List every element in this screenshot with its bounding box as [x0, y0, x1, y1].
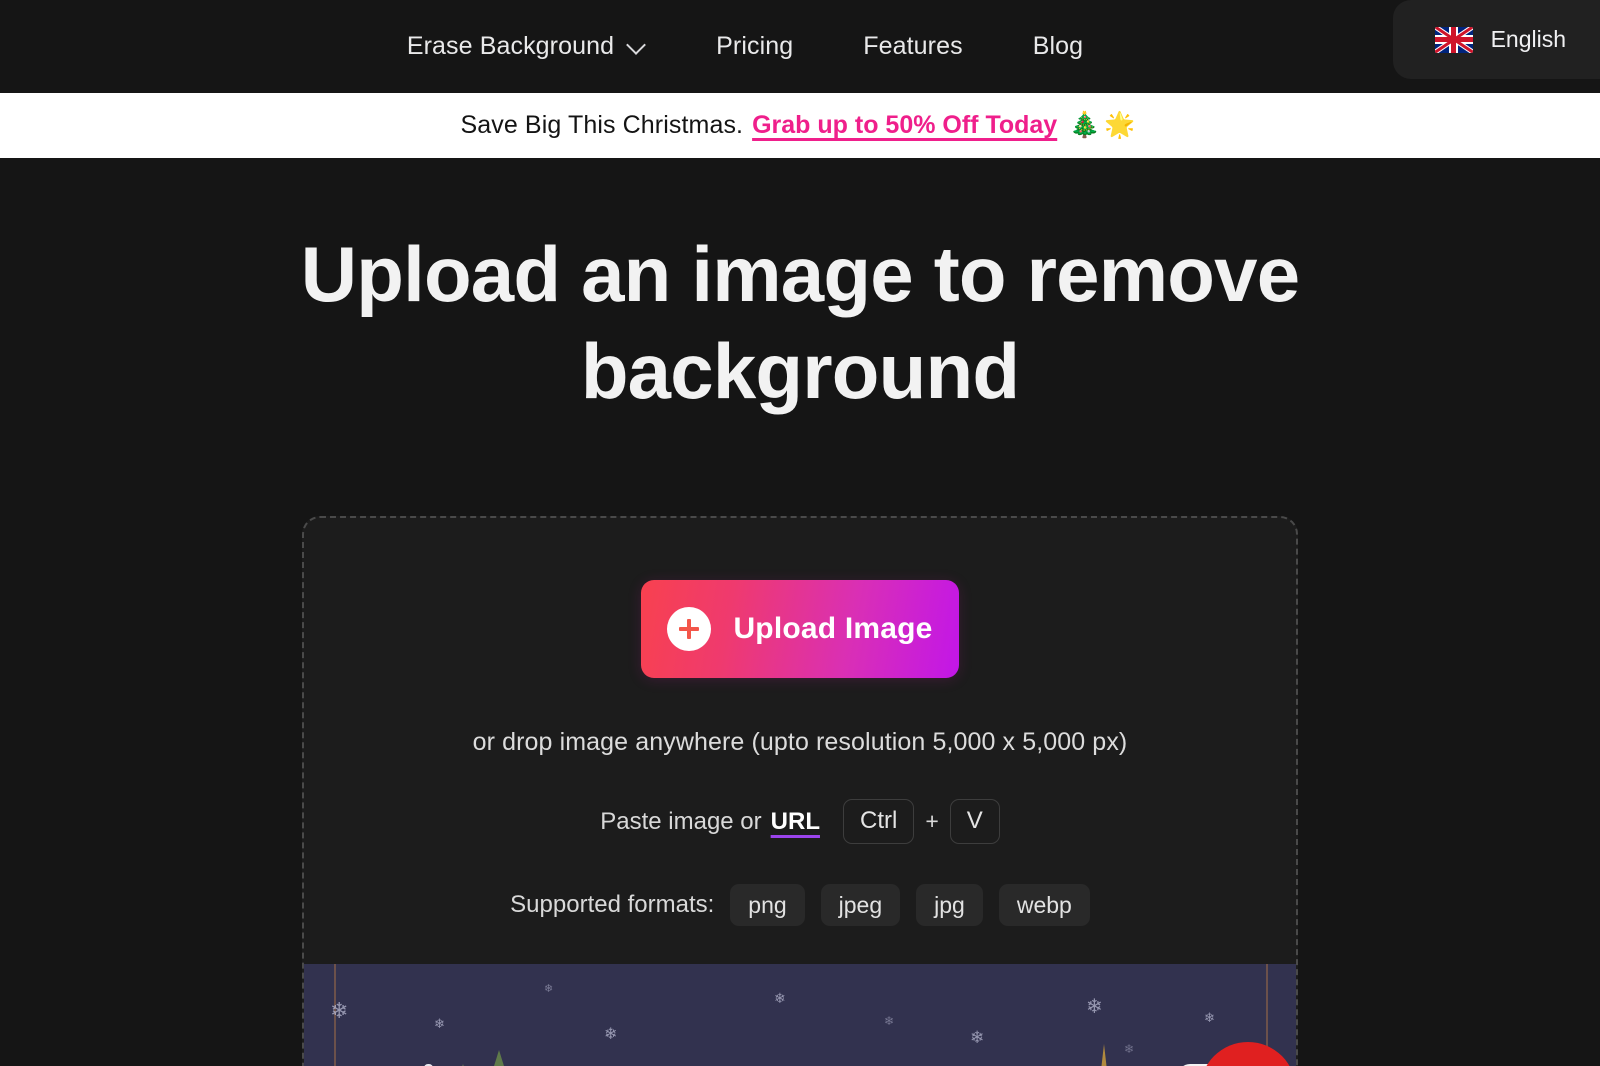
- keycap-v: V: [949, 799, 1000, 844]
- spire-icon: [1099, 1044, 1109, 1066]
- promo-banner: Save Big This Christmas. Grab up to 50% …: [0, 93, 1600, 158]
- nav-item-label: Pricing: [716, 32, 794, 60]
- plus-circle-icon: [667, 607, 712, 652]
- nav-item-label: Features: [863, 32, 963, 60]
- nav-item-label: Blog: [1032, 32, 1084, 60]
- snowflake-icon: ❄: [1204, 1010, 1215, 1026]
- promo-banner-emoji: 🎄🌟: [1069, 111, 1140, 139]
- nav-item-blog[interactable]: Blog: [998, 32, 1118, 61]
- top-navigation-bar: Erase Background Pricing Features Blog E…: [0, 0, 1600, 93]
- format-pill-jpeg: jpeg: [820, 883, 901, 927]
- format-pill-png: png: [730, 883, 805, 927]
- upload-image-button[interactable]: Upload Image: [641, 580, 959, 679]
- nav-item-pricing[interactable]: Pricing: [681, 32, 828, 61]
- page-title: Upload an image to remove background: [300, 230, 1300, 415]
- snowflake-icon: ❄: [434, 1016, 445, 1032]
- promo-banner-link[interactable]: Grab up to 50% Off Today: [752, 111, 1057, 140]
- upload-image-label: Upload Image: [733, 612, 933, 646]
- pine-tree-icon: [486, 1050, 512, 1066]
- format-pill-webp: webp: [998, 883, 1090, 927]
- snowflake-icon: ❄: [1086, 996, 1103, 1019]
- paste-prefix-label: Paste image or: [600, 807, 762, 835]
- image-dropzone[interactable]: Upload Image or drop image anywhere (upt…: [302, 516, 1298, 1066]
- keycap-plus-separator: +: [925, 808, 939, 835]
- christmas-scene-illustration: ❄ ❄ ❄ ❄ ❄ ❄ ❄ ❄ ❄ ❄: [304, 964, 1296, 1066]
- format-pill-jpg: jpg: [916, 883, 983, 927]
- uk-flag-icon: [1434, 26, 1473, 53]
- supported-formats-label: Supported formats:: [510, 891, 715, 919]
- language-selector[interactable]: English: [1392, 0, 1600, 79]
- snowflake-icon: ❄: [544, 983, 554, 996]
- supported-formats-row: Supported formats: png jpeg jpg webp: [304, 883, 1296, 927]
- promo-banner-text: Save Big This Christmas.: [460, 111, 744, 139]
- paste-url-link[interactable]: URL: [771, 808, 820, 836]
- paste-instruction-row: Paste image or URL Ctrl + V: [304, 799, 1296, 844]
- snowflake-icon: ❄: [774, 990, 786, 1007]
- chevron-down-icon[interactable]: [628, 36, 646, 54]
- nav-item-features[interactable]: Features: [828, 32, 997, 61]
- snowflake-icon: ❄: [604, 1026, 618, 1044]
- snowflake-icon: ❄: [1124, 1042, 1135, 1057]
- hero-section: Upload an image to remove background: [0, 158, 1600, 419]
- snowflake-icon: ❄: [330, 998, 349, 1024]
- keycap-ctrl: Ctrl: [842, 799, 915, 844]
- nav-links-group: Erase Background Pricing Features Blog: [372, 32, 1118, 61]
- drop-hint-text: or drop image anywhere (upto resolution …: [472, 728, 1128, 757]
- santa-hat-icon: [1200, 1042, 1296, 1066]
- snowflake-icon: ❄: [970, 1028, 985, 1048]
- snowflake-icon: ❄: [884, 1014, 895, 1029]
- nav-item-erase-background[interactable]: Erase Background: [372, 32, 681, 61]
- language-label: English: [1490, 26, 1566, 52]
- nav-item-label: Erase Background: [406, 32, 615, 60]
